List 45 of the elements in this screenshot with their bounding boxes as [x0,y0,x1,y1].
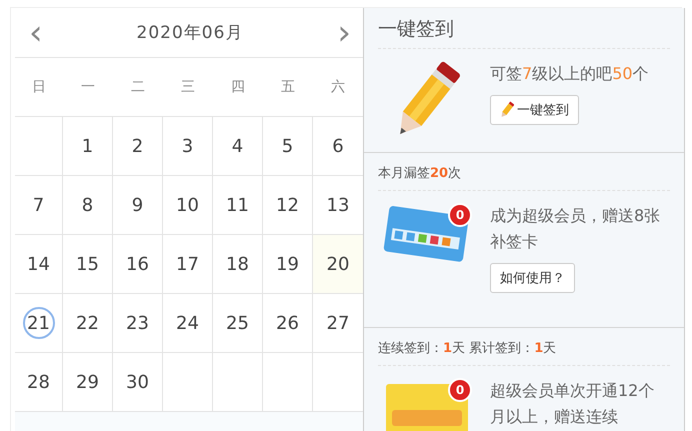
day-cell[interactable]: 3 [163,117,213,176]
day-cell[interactable]: 25 [213,294,263,353]
how-to-use-button[interactable]: 如何使用？ [490,263,575,293]
weekday-label: 日 [31,78,47,96]
day-cell[interactable]: 20 [313,235,363,294]
day-cell[interactable]: 24 [163,294,213,353]
day-cell[interactable]: 7 [15,176,63,235]
day-cell[interactable]: 14 [15,235,63,294]
next-month-button[interactable]: › [333,16,355,50]
weekday-label: 四 [230,78,246,96]
section-heading: 本月漏签20次 [378,153,670,191]
sign-in-button[interactable]: 一键签到 [490,95,579,125]
day-cell[interactable]: 12 [263,176,313,235]
section-description: 成为超级会员，赠送8张补签卡 [490,205,662,253]
day-cell[interactable]: 11 [213,176,263,235]
day-cell[interactable]: 26 [263,294,313,353]
day-cell[interactable]: 8 [63,176,113,235]
day-cell[interactable]: 5 [263,117,313,176]
day-cell[interactable]: 9 [113,176,163,235]
day-cell[interactable]: 15 [63,235,113,294]
day-cell[interactable] [15,117,63,176]
previous-month-button[interactable]: ‹ [25,16,47,50]
day-cell[interactable]: 10 [163,176,213,235]
count-badge: 0 [448,378,472,402]
day-cell[interactable]: 16 [113,235,163,294]
month-title: 2020年06月 [136,22,244,44]
pencil-icon [500,101,514,119]
section-description: 超级会员单次开通12个月以上，赠送连续 [490,380,656,428]
weekday-label: 六 [330,78,346,96]
count-badge: 0 [448,203,472,227]
section-heading: 连续签到：1天 累计签到：1天 [378,328,670,366]
weekday-label: 二 [130,78,146,96]
day-cell[interactable]: 1 [63,117,113,176]
day-cell[interactable]: 2 [113,117,163,176]
day-cell[interactable]: 17 [163,235,213,294]
day-cell[interactable]: 22 [63,294,113,353]
day-cell[interactable]: 4 [213,117,263,176]
weekday-label: 一 [80,78,96,96]
section-description: 可签7级以上的吧50个 [490,63,650,85]
section-heading: 一键签到 [378,8,670,49]
day-cell[interactable]: 23 [113,294,163,353]
day-cell[interactable]: 18 [213,235,263,294]
weekday-label: 五 [280,78,296,96]
day-cell[interactable]: 21 [15,294,63,353]
weekday-label: 三 [180,78,196,96]
